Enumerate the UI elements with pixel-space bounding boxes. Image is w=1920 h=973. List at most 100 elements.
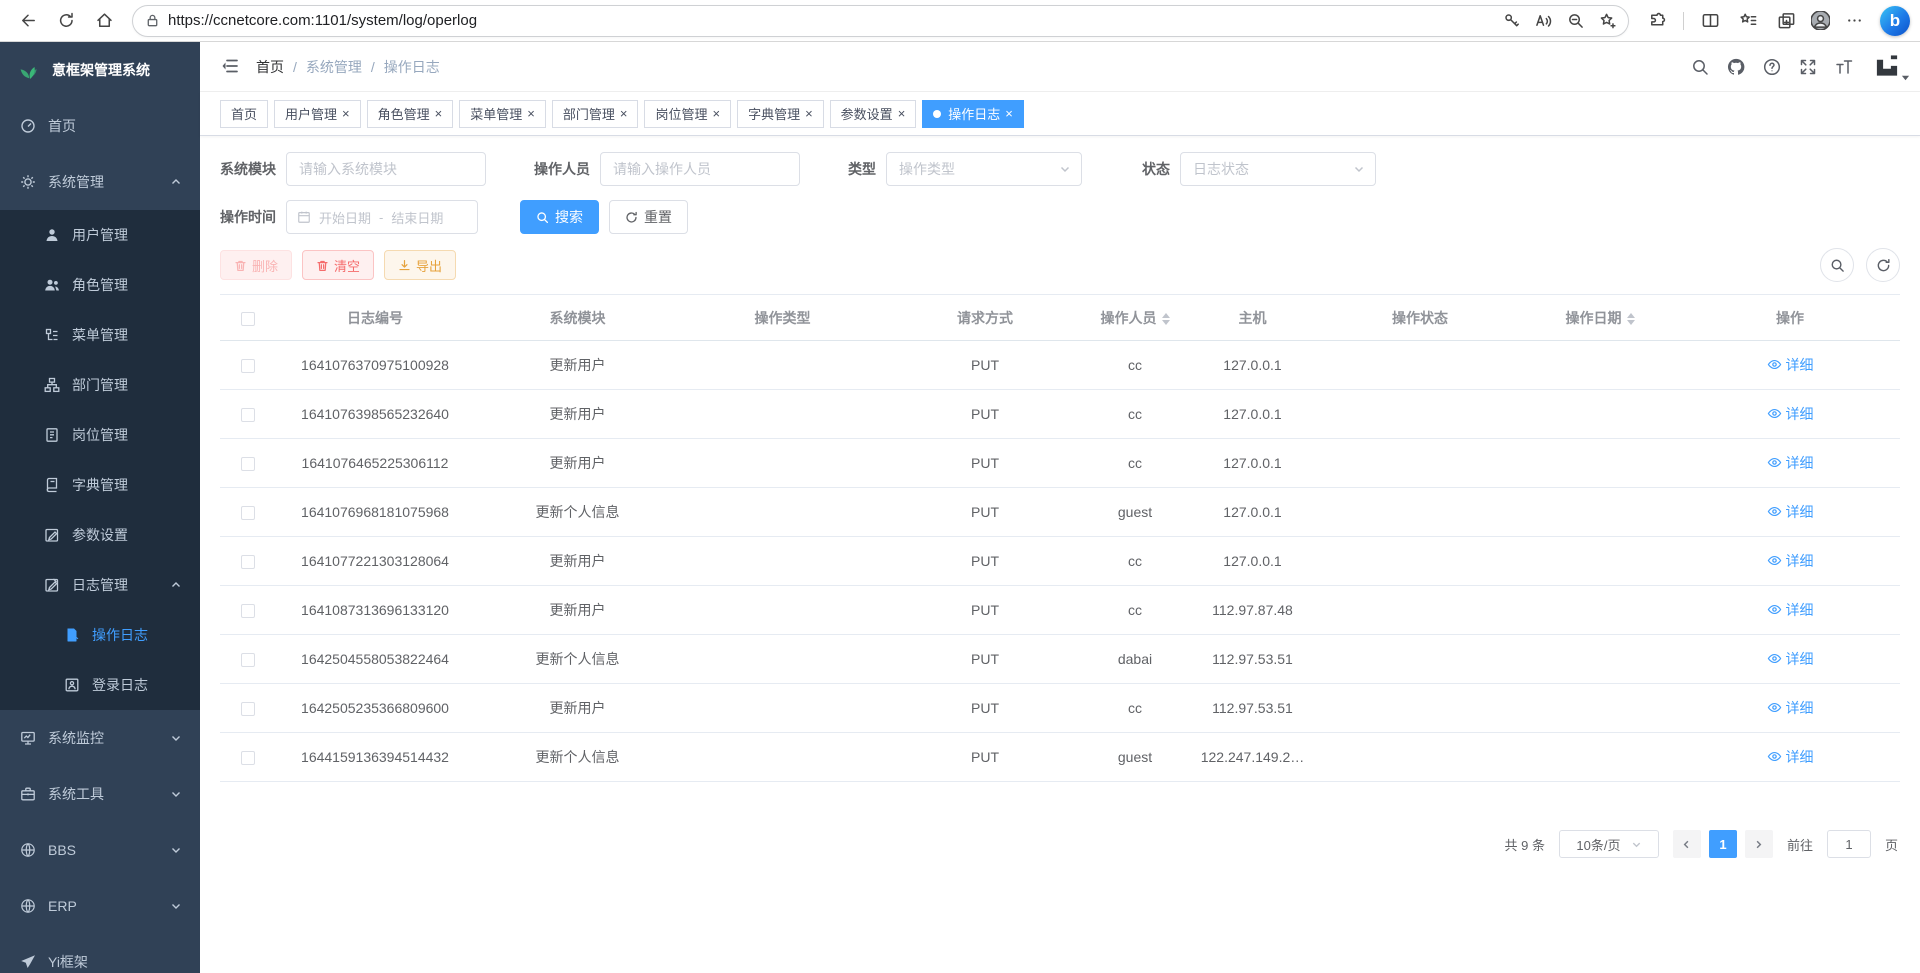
detail-button[interactable]: 详细 bbox=[1767, 453, 1814, 473]
close-icon[interactable]: × bbox=[898, 107, 906, 120]
row-checkbox[interactable] bbox=[241, 359, 255, 373]
sidebar-item-erp[interactable]: ERP bbox=[0, 878, 200, 934]
sidebar-item-roles[interactable]: 角色管理 bbox=[0, 260, 200, 310]
next-page-button[interactable] bbox=[1745, 830, 1773, 858]
close-icon[interactable]: × bbox=[805, 107, 813, 120]
detail-button[interactable]: 详细 bbox=[1767, 355, 1814, 375]
export-button[interactable]: 导出 bbox=[384, 250, 456, 280]
date-range-picker[interactable]: 开始日期 - 结束日期 bbox=[286, 200, 478, 234]
profile-button[interactable] bbox=[1806, 7, 1834, 35]
select-all-checkbox[interactable] bbox=[241, 312, 255, 326]
tab-dict-mgmt[interactable]: 字典管理× bbox=[737, 100, 824, 128]
row-checkbox[interactable] bbox=[241, 653, 255, 667]
refresh-table-button[interactable] bbox=[1866, 248, 1900, 282]
row-checkbox[interactable] bbox=[241, 751, 255, 765]
sidebar-item-parameters[interactable]: 参数设置 bbox=[0, 510, 200, 560]
show-search-button[interactable] bbox=[1820, 248, 1854, 282]
tab-home[interactable]: 首页 bbox=[220, 100, 268, 128]
detail-button[interactable]: 详细 bbox=[1767, 502, 1814, 522]
detail-button[interactable]: 详细 bbox=[1767, 600, 1814, 620]
browser-back-button[interactable] bbox=[10, 4, 46, 38]
page-number-1[interactable]: 1 bbox=[1709, 830, 1737, 858]
browser-home-button[interactable] bbox=[86, 4, 122, 38]
row-checkbox[interactable] bbox=[241, 604, 255, 618]
detail-button[interactable]: 详细 bbox=[1767, 404, 1814, 424]
tab-menu-mgmt[interactable]: 菜单管理× bbox=[459, 100, 546, 128]
row-checkbox[interactable] bbox=[241, 408, 255, 422]
clear-button[interactable]: 清空 bbox=[302, 250, 374, 280]
close-icon[interactable]: × bbox=[342, 107, 350, 120]
sidebar-item-system-tools[interactable]: 系统工具 bbox=[0, 766, 200, 822]
tab-operation-log[interactable]: 操作日志× bbox=[922, 100, 1024, 128]
row-checkbox[interactable] bbox=[241, 702, 255, 716]
status-select[interactable]: 日志状态 bbox=[1180, 152, 1376, 186]
extensions-button[interactable] bbox=[1639, 4, 1675, 38]
sidebar-item-system-mgmt[interactable]: 系统管理 bbox=[0, 154, 200, 210]
search-button[interactable]: 搜索 bbox=[520, 200, 599, 234]
close-icon[interactable]: × bbox=[620, 107, 628, 120]
sidebar-item-users[interactable]: 用户管理 bbox=[0, 210, 200, 260]
sidebar-item-home[interactable]: 首页 bbox=[0, 98, 200, 154]
tab-param-settings[interactable]: 参数设置× bbox=[830, 100, 917, 128]
tab-user-mgmt[interactable]: 用户管理× bbox=[274, 100, 361, 128]
sort-icons[interactable] bbox=[1627, 313, 1635, 325]
type-select[interactable]: 操作类型 bbox=[886, 152, 1082, 186]
font-size-icon bbox=[1835, 58, 1853, 76]
col-operator[interactable]: 操作人员 bbox=[1085, 295, 1185, 341]
sidebar-item-system-monitor[interactable]: 系统监控 bbox=[0, 710, 200, 766]
zoom-out-button[interactable] bbox=[1560, 7, 1590, 35]
yi-logo[interactable] bbox=[1874, 54, 1900, 80]
sidebar-item-posts[interactable]: 岗位管理 bbox=[0, 410, 200, 460]
col-date[interactable]: 操作日期 bbox=[1520, 295, 1680, 341]
detail-button[interactable]: 详细 bbox=[1767, 747, 1814, 767]
close-icon[interactable]: × bbox=[435, 107, 443, 120]
header-search-button[interactable] bbox=[1690, 57, 1710, 77]
close-icon[interactable]: × bbox=[1005, 107, 1013, 120]
sidebar-item-menus[interactable]: 菜单管理 bbox=[0, 310, 200, 360]
row-checkbox[interactable] bbox=[241, 506, 255, 520]
goto-page-input[interactable] bbox=[1827, 830, 1871, 858]
bing-discover-button[interactable]: b bbox=[1880, 6, 1910, 36]
sidebar-item-bbs[interactable]: BBS bbox=[0, 822, 200, 878]
reset-button[interactable]: 重置 bbox=[609, 200, 688, 234]
detail-button[interactable]: 详细 bbox=[1767, 551, 1814, 571]
help-button[interactable] bbox=[1762, 57, 1782, 77]
font-size-button[interactable] bbox=[1834, 57, 1854, 77]
favorites-bar-button[interactable] bbox=[1730, 4, 1766, 38]
detail-button[interactable]: 详细 bbox=[1767, 649, 1814, 669]
prev-page-button[interactable] bbox=[1673, 830, 1701, 858]
read-aloud-button[interactable] bbox=[1528, 7, 1558, 35]
row-checkbox[interactable] bbox=[241, 555, 255, 569]
detail-button[interactable]: 详细 bbox=[1767, 698, 1814, 718]
sidebar-item-yi-framework[interactable]: Yi框架 bbox=[0, 934, 200, 973]
close-icon[interactable]: × bbox=[527, 107, 535, 120]
browser-toolbar: https://ccnetcore.com:1101/system/log/op… bbox=[0, 0, 1920, 42]
browser-menu-button[interactable] bbox=[1836, 4, 1872, 38]
sort-icons[interactable] bbox=[1162, 313, 1170, 325]
sidebar-item-dictionary[interactable]: 字典管理 bbox=[0, 460, 200, 510]
sidebar-item-login-log[interactable]: 登录日志 bbox=[0, 660, 200, 710]
github-button[interactable] bbox=[1726, 57, 1746, 77]
sidebar-item-departments[interactable]: 部门管理 bbox=[0, 360, 200, 410]
tab-role-mgmt[interactable]: 角色管理× bbox=[367, 100, 454, 128]
sidebar-item-log-mgmt[interactable]: 日志管理 bbox=[0, 560, 200, 610]
row-checkbox[interactable] bbox=[241, 457, 255, 471]
add-favorite-button[interactable] bbox=[1592, 7, 1622, 35]
delete-button[interactable]: 删除 bbox=[220, 250, 292, 280]
collections-button[interactable] bbox=[1768, 4, 1804, 38]
sidebar-item-operation-log[interactable]: 操作日志 bbox=[0, 610, 200, 660]
date-end-placeholder: 结束日期 bbox=[391, 208, 443, 227]
browser-refresh-button[interactable] bbox=[48, 4, 84, 38]
page-size-select[interactable]: 10条/页 bbox=[1559, 830, 1659, 858]
breadcrumb-home[interactable]: 首页 bbox=[256, 57, 284, 77]
address-bar[interactable]: https://ccnetcore.com:1101/system/log/op… bbox=[132, 5, 1629, 37]
close-icon[interactable]: × bbox=[712, 107, 720, 120]
sidebar-toggle-button[interactable] bbox=[220, 56, 242, 78]
password-key-button[interactable] bbox=[1496, 7, 1526, 35]
module-input[interactable] bbox=[286, 152, 486, 186]
fullscreen-button[interactable] bbox=[1798, 57, 1818, 77]
split-screen-button[interactable] bbox=[1692, 4, 1728, 38]
operator-input[interactable] bbox=[600, 152, 800, 186]
tab-dept-mgmt[interactable]: 部门管理× bbox=[552, 100, 639, 128]
tab-post-mgmt[interactable]: 岗位管理× bbox=[644, 100, 731, 128]
